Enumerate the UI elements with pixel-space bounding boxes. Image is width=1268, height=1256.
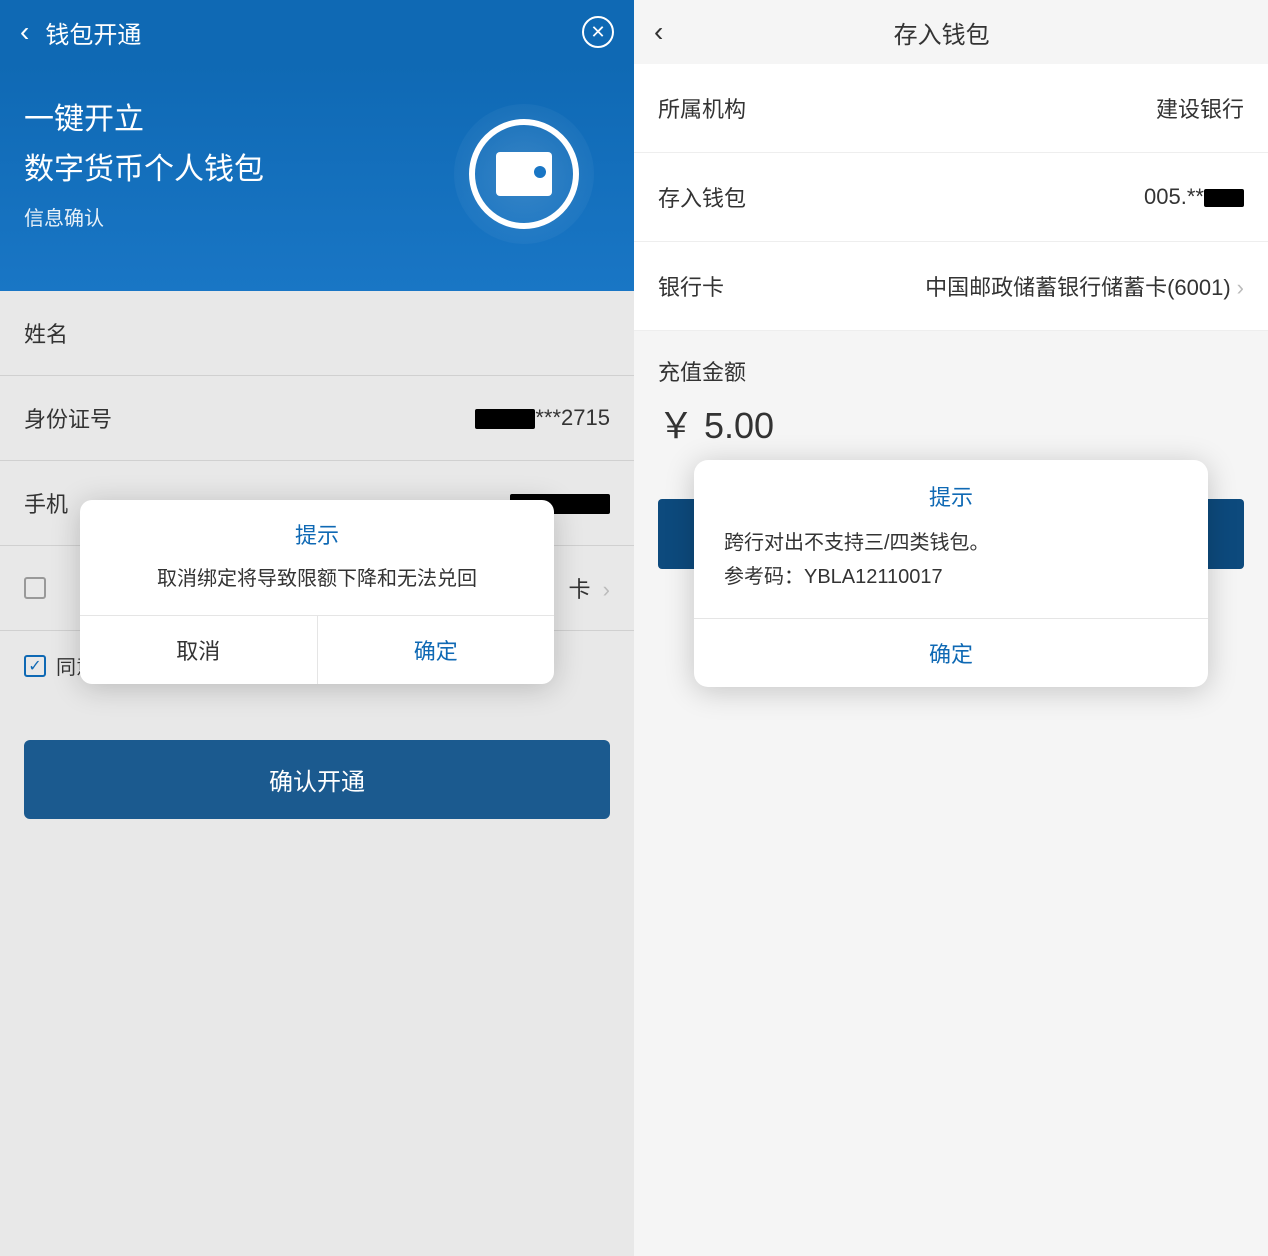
- amount-label: 充值金额: [634, 331, 1268, 397]
- wallet-icon: [496, 152, 552, 196]
- back-icon[interactable]: ‹: [20, 16, 29, 48]
- org-label: 所属机构: [658, 92, 746, 124]
- name-row[interactable]: 姓名: [0, 291, 634, 376]
- page-title: 钱包开通: [45, 15, 582, 50]
- wallet-label: 存入钱包: [658, 181, 746, 213]
- checkbox-icon[interactable]: [24, 577, 46, 599]
- dialog-title: 提示: [694, 460, 1208, 526]
- dialog: 提示 取消绑定将导致限额下降和无法兑回 取消 确定: [80, 500, 554, 684]
- ok-button[interactable]: 确定: [318, 616, 555, 684]
- card-label: 银行卡: [658, 270, 724, 302]
- agree-checkbox[interactable]: ✓: [24, 655, 46, 677]
- header: ‹ 钱包开通 ✕: [0, 0, 634, 64]
- back-icon[interactable]: ‹: [654, 16, 663, 48]
- confirm-button[interactable]: 确认开通: [24, 740, 610, 819]
- dialog-title: 提示: [80, 500, 554, 562]
- screen-deposit: ‹ 存入钱包 所属机构 建设银行 存入钱包 005.** 银行卡 中国邮政储蓄银…: [634, 0, 1268, 1256]
- id-row[interactable]: 身份证号 ***2715: [0, 376, 634, 461]
- wallet-row[interactable]: 存入钱包 005.**: [634, 153, 1268, 242]
- dialog: 提示 跨行对出不支持三/四类钱包。 参考码：YBLA12110017 确定: [694, 460, 1208, 687]
- org-value: 建设银行: [1156, 92, 1244, 124]
- chevron-right-icon: ›: [1237, 275, 1244, 300]
- dialog-body: 跨行对出不支持三/四类钱包。 参考码：YBLA12110017: [694, 526, 1208, 618]
- wallet-graphic: [454, 104, 594, 244]
- screen-wallet-open: ‹ 钱包开通 ✕ 一键开立 数字货币个人钱包 信息确认 姓名 身份证号 ***2…: [0, 0, 634, 1256]
- dialog-buttons: 取消 确定: [80, 615, 554, 684]
- dialog-message: 取消绑定将导致限额下降和无法兑回: [80, 562, 554, 615]
- header: ‹ 存入钱包: [634, 0, 1268, 64]
- card-row[interactable]: 银行卡 中国邮政储蓄银行储蓄卡(6001)›: [634, 242, 1268, 331]
- card-value: 中国邮政储蓄银行储蓄卡(6001)›: [925, 270, 1244, 302]
- cancel-button[interactable]: 取消: [80, 616, 318, 684]
- name-label: 姓名: [24, 317, 68, 349]
- id-label: 身份证号: [24, 402, 112, 434]
- org-row: 所属机构 建设银行: [634, 64, 1268, 153]
- close-icon[interactable]: ✕: [582, 16, 614, 48]
- chevron-right-icon: ›: [603, 577, 610, 602]
- page-title: 存入钱包: [663, 15, 1220, 50]
- dialog-line1: 跨行对出不支持三/四类钱包。: [724, 526, 1178, 560]
- dialog-line2: 参考码：YBLA12110017: [724, 560, 1178, 594]
- card-hint: 卡 ›: [569, 572, 610, 604]
- wallet-value: 005.**: [1144, 184, 1244, 210]
- phone-label: 手机: [24, 487, 68, 519]
- id-value: ***2715: [475, 405, 610, 431]
- hero-banner: 一键开立 数字货币个人钱包 信息确认: [0, 64, 634, 291]
- ok-button[interactable]: 确定: [694, 618, 1208, 687]
